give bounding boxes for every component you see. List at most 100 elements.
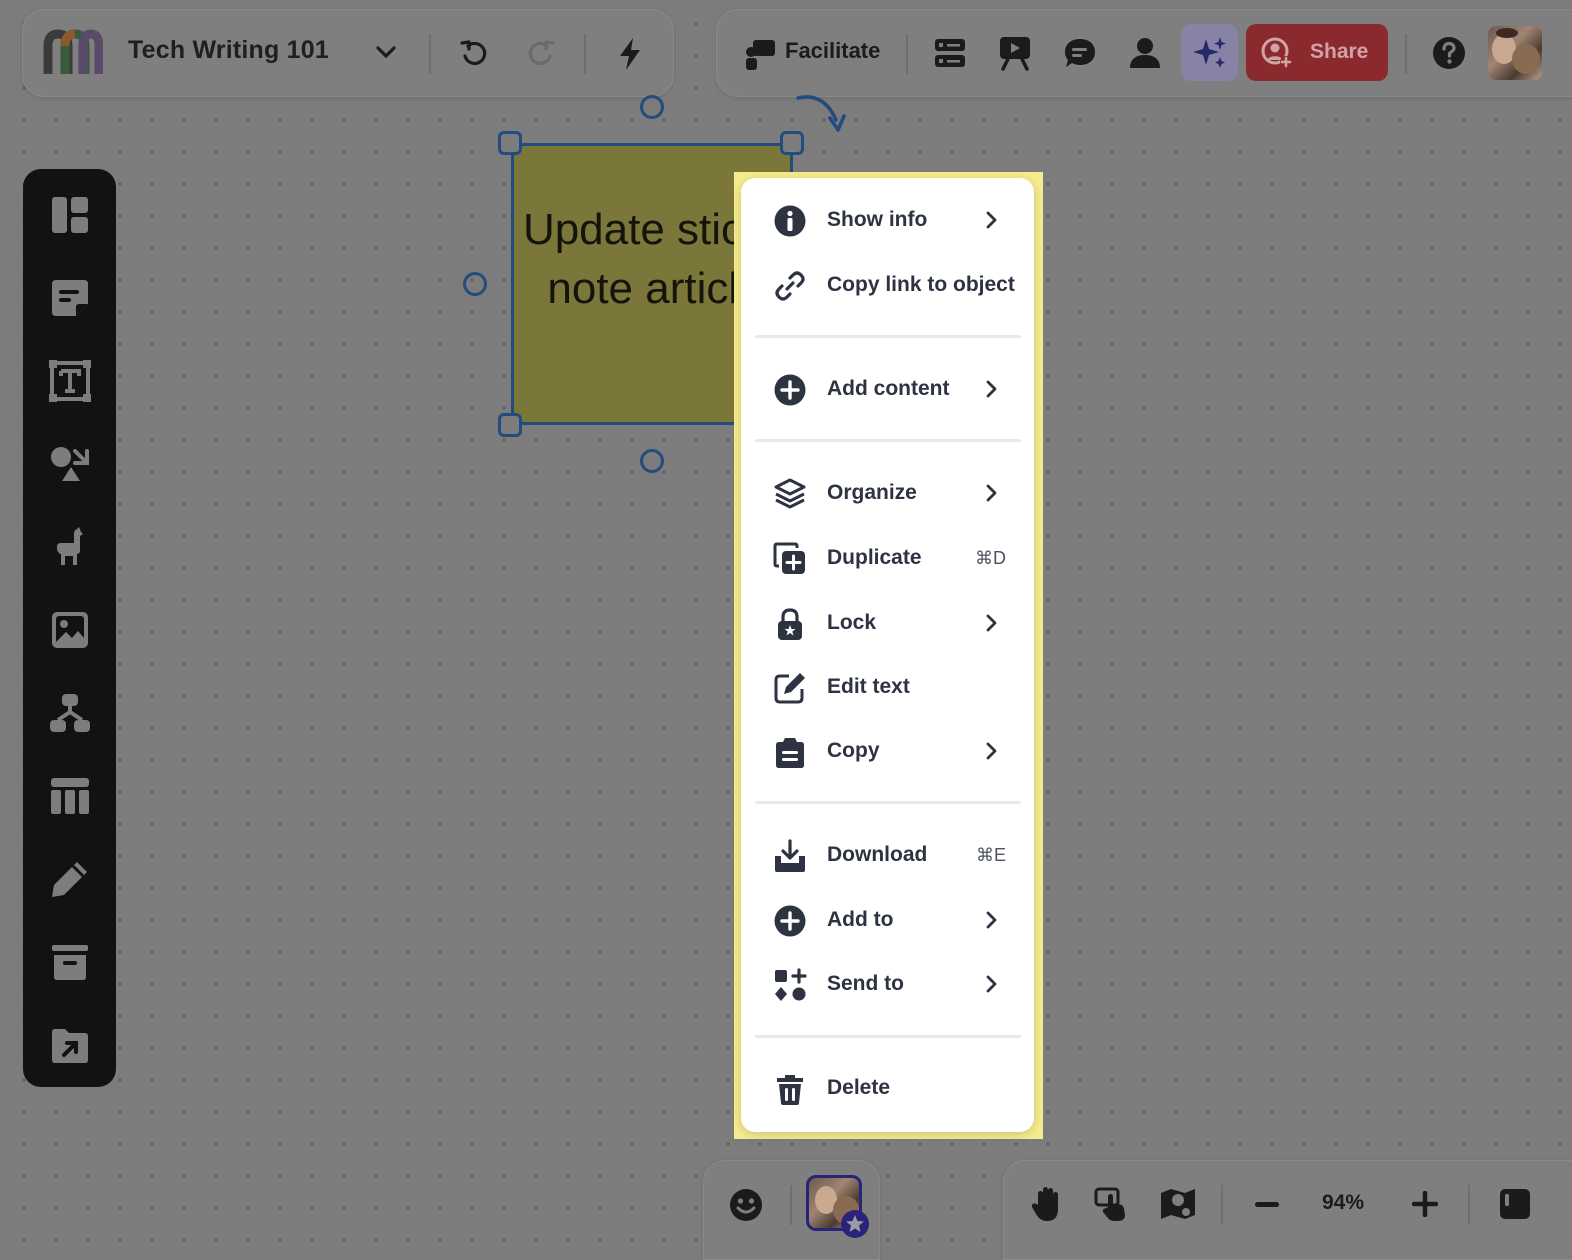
menu-item-show-info[interactable]: Show info [741, 192, 1034, 248]
divider [429, 34, 431, 74]
info-icon [774, 205, 806, 237]
zoom-in-icon[interactable] [1412, 1191, 1438, 1217]
menu-item-lock[interactable]: Lock [741, 595, 1034, 651]
panel-toggle-icon[interactable] [1498, 1187, 1532, 1221]
menu-item-label: Lock [827, 611, 877, 634]
connector-handle-bottom[interactable] [640, 449, 664, 473]
menu-item-organize[interactable]: Organize [741, 465, 1034, 521]
connector-handle-left[interactable] [463, 272, 487, 296]
collaboration-toolbar: Facilitate Share [716, 9, 1572, 97]
menu-separator [755, 801, 1021, 804]
add-user-icon [1261, 37, 1292, 68]
user-avatar[interactable] [1488, 26, 1542, 80]
templates-icon[interactable] [49, 194, 91, 236]
plus-circle-icon [774, 905, 806, 937]
divider [1221, 1185, 1223, 1225]
menu-item-copy-link[interactable]: Copy link to object [741, 257, 1034, 313]
chevron-right-icon [986, 911, 997, 929]
menu-separator [755, 439, 1021, 442]
board-header: Tech Writing 101 [22, 9, 674, 97]
facilitate-button[interactable]: Facilitate [737, 24, 907, 81]
zoom-out-icon[interactable] [1254, 1201, 1280, 1209]
hand-pointer-icon[interactable] [1094, 1185, 1132, 1223]
context-menu: Show info Copy link to object Add conten… [741, 178, 1034, 1132]
hand-icon[interactable] [1030, 1185, 1066, 1223]
resize-handle-top-left[interactable] [498, 131, 522, 155]
download-icon [775, 839, 805, 872]
image-icon[interactable] [49, 609, 91, 651]
star-badge-icon [841, 1210, 869, 1238]
share-button[interactable]: Share [1246, 24, 1388, 81]
menu-item-label: Show info [827, 208, 928, 231]
app-logo-icon[interactable] [43, 28, 103, 78]
resize-handle-bottom-left[interactable] [498, 413, 522, 437]
chevron-down-icon[interactable] [375, 44, 397, 62]
divider [1405, 34, 1407, 74]
trash-icon [777, 1075, 803, 1105]
menu-item-label: Download [827, 843, 928, 866]
facilitate-icon [746, 40, 775, 70]
mind-map-icon[interactable] [49, 692, 91, 734]
folder-export-icon[interactable] [49, 1024, 91, 1066]
share-label: Share [1310, 40, 1369, 63]
redo-icon[interactable] [524, 38, 556, 70]
pencil-icon[interactable] [49, 858, 91, 900]
layers-icon [774, 478, 806, 509]
navigation-panel: 94% [1003, 1160, 1572, 1260]
menu-item-edit-text[interactable]: Edit text [741, 659, 1034, 715]
menu-item-duplicate[interactable]: Duplicate ⌘D [741, 530, 1034, 586]
menu-separator [755, 335, 1021, 338]
menu-item-copy[interactable]: Copy [741, 723, 1034, 779]
menu-item-label: Copy [827, 739, 880, 762]
text-icon[interactable] [49, 360, 91, 402]
table-icon[interactable] [49, 775, 91, 817]
shapes-icon[interactable] [49, 443, 91, 485]
lock-icon [778, 608, 802, 640]
menu-item-label: Organize [827, 481, 917, 504]
archive-icon[interactable] [49, 941, 91, 983]
menu-item-add-content[interactable]: Add content [741, 361, 1034, 417]
help-icon[interactable] [1432, 36, 1466, 70]
map-pin-icon[interactable] [1159, 1185, 1197, 1223]
menu-item-label: Add content [827, 377, 950, 400]
emoji-icon[interactable] [728, 1187, 764, 1223]
chevron-right-icon [986, 484, 997, 502]
zoom-level[interactable]: 94% [1322, 1191, 1364, 1215]
divider [584, 34, 586, 74]
reactions-panel [703, 1160, 880, 1260]
menu-item-label: Add to [827, 908, 894, 931]
menu-separator [755, 1035, 1021, 1038]
divider [790, 1185, 792, 1225]
chevron-right-icon [986, 614, 997, 632]
menu-item-send-to[interactable]: Send to [741, 956, 1034, 1012]
clipboard-icon [776, 738, 804, 768]
tools-sidebar [23, 169, 116, 1087]
connector-handle-top[interactable] [640, 95, 664, 119]
sticky-note-icon[interactable] [49, 277, 91, 319]
sparkle-icon [1193, 37, 1226, 68]
shortcut-label: ⌘D [975, 548, 1006, 568]
rotate-icon[interactable] [794, 92, 850, 140]
llama-icon[interactable] [49, 526, 91, 568]
comment-icon[interactable] [1063, 36, 1097, 70]
cards-icon[interactable] [933, 36, 967, 70]
board-title[interactable]: Tech Writing 101 [128, 36, 329, 65]
menu-item-label: Delete [827, 1076, 891, 1099]
menu-item-label: Edit text [827, 675, 910, 698]
divider [906, 34, 908, 74]
menu-item-add-to[interactable]: Add to [741, 892, 1034, 948]
undo-icon[interactable] [459, 38, 491, 70]
menu-item-label: Send to [827, 972, 904, 995]
menu-item-download[interactable]: Download ⌘E [741, 827, 1034, 883]
chevron-right-icon [986, 211, 997, 229]
duplicate-icon [773, 542, 805, 574]
user-icon[interactable] [1128, 36, 1162, 70]
ai-assistant-button[interactable] [1181, 24, 1238, 81]
presentation-icon[interactable] [998, 35, 1032, 71]
link-icon [775, 271, 805, 301]
edit-icon [774, 673, 805, 704]
lightning-icon[interactable] [615, 36, 645, 72]
shapes-icon [775, 968, 807, 1001]
menu-item-delete[interactable]: Delete [741, 1060, 1034, 1116]
plus-circle-icon [774, 374, 806, 406]
